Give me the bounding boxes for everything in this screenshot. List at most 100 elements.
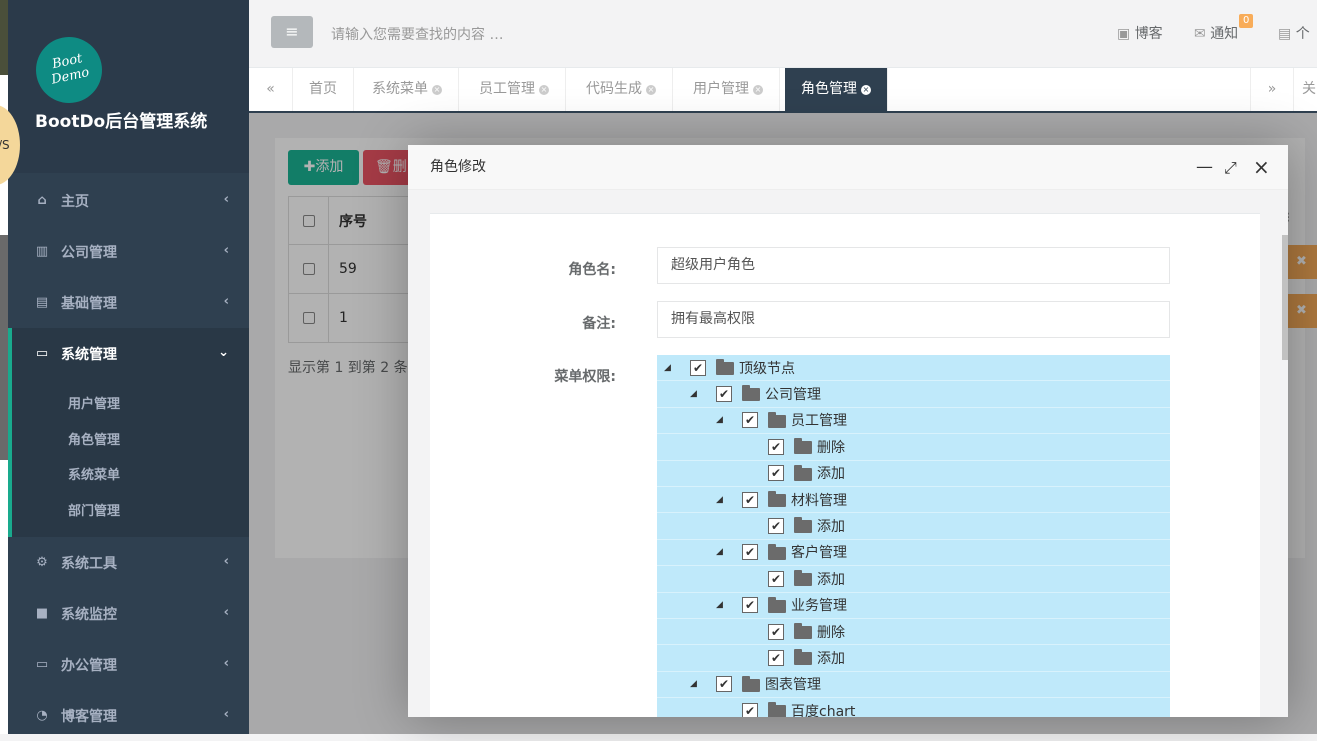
modal-title: 角色修改 [430, 159, 486, 175]
maximize-icon[interactable]: ⤢ [1224, 145, 1237, 190]
tree-checkbox[interactable]: ✔ [768, 623, 784, 640]
close-icon[interactable]: × [861, 85, 871, 95]
sidebar-item-blog[interactable]: ◔ 博客管理 ‹ [8, 690, 249, 741]
sidebar-item-home[interactable]: ⌂ 主页 ‹ [8, 175, 249, 226]
tree-node-label: 客户管理 [791, 545, 847, 562]
sidebar-item-system[interactable]: ▭ 系统管理 ⌄ [8, 328, 249, 379]
menu-permission-label: 菜单权限: [554, 369, 616, 385]
tab-scroll-right-button[interactable]: » [1250, 68, 1294, 111]
folder-icon [742, 385, 760, 402]
tab-employee[interactable]: 员工管理 × [463, 68, 566, 111]
brand-title: BootDo后台管理系统 [35, 112, 208, 132]
tree-node[interactable]: ◢ ✔ 图表管理 [657, 671, 1170, 699]
expand-toggle-icon[interactable]: ◢ [716, 495, 723, 505]
tab-codegen[interactable]: 代码生成 × [570, 68, 673, 111]
chevron-left-icon: ‹ [223, 605, 229, 620]
close-tabs-label: 关 [1302, 81, 1316, 97]
sidebar-item-office[interactable]: ▭ 办公管理 ‹ [8, 639, 249, 690]
topbar: ≡ 请输入您需要查找的内容 … ▣ 博客 ✉ 通知 0 ▤ 个 [249, 0, 1317, 68]
tree-checkbox[interactable]: ✔ [768, 649, 784, 666]
close-icon[interactable]: × [432, 85, 442, 95]
sidebar-subitem-depts[interactable]: 部门管理 [12, 494, 249, 530]
tree-checkbox[interactable]: ✔ [742, 412, 758, 429]
close-icon[interactable]: × [539, 85, 549, 95]
sidebar-item-basic[interactable]: ▤ 基础管理 ‹ [8, 277, 249, 328]
expand-toggle-icon[interactable]: ◢ [664, 363, 671, 373]
tab-user[interactable]: 用户管理 × [677, 68, 780, 111]
search-input[interactable]: 请输入您需要查找的内容 … [331, 24, 503, 44]
sidebar-subitem-users[interactable]: 用户管理 [12, 387, 249, 423]
tree-checkbox[interactable]: ✔ [768, 465, 784, 482]
expand-toggle-icon[interactable]: ◢ [716, 415, 723, 425]
tab-scroll-left-button[interactable]: « [249, 68, 293, 111]
desktop-icon: ▭ [35, 346, 49, 361]
folder-icon [768, 702, 786, 717]
remark-input[interactable]: 拥有最高权限 [657, 301, 1170, 338]
role-name-input[interactable]: 超级用户角色 [657, 247, 1170, 284]
tree-node[interactable]: ◢ ✔ 业务管理 [657, 592, 1170, 619]
expand-toggle-icon[interactable]: ◢ [690, 389, 697, 399]
tree-checkbox[interactable]: ✔ [742, 597, 758, 614]
tree-node[interactable]: ◢ ✔ 材料管理 [657, 486, 1170, 514]
tree-node[interactable]: ✔ 删除 [657, 434, 1170, 461]
rss-icon: ▣ [1117, 26, 1131, 42]
close-icon[interactable]: × [646, 85, 656, 95]
minimize-icon[interactable]: — [1196, 145, 1213, 190]
floating-widget-text: /S [0, 138, 10, 152]
page-tabs: « 首页 系统菜单 × 员工管理 × 代码生成 × 用户管理 × 角色管理 × » 关 [249, 68, 1317, 113]
tree-node[interactable]: ✔ 添加 [657, 513, 1170, 540]
rss-icon: ◔ [36, 708, 48, 723]
tree-checkbox[interactable]: ✔ [742, 702, 758, 717]
tree-node[interactable]: ◢ ✔ 客户管理 [657, 539, 1170, 567]
tree-node[interactable]: ◢ ✔ 公司管理 [657, 381, 1170, 408]
tree-node-label: 删除 [817, 439, 845, 456]
sidebar-subitem-menus[interactable]: 系统菜单 [12, 458, 249, 494]
notify-link[interactable]: ✉ 通知 [1194, 23, 1238, 43]
tree-node[interactable]: ◢ ✔ 顶级节点 [657, 355, 1170, 382]
laptop-icon: ▭ [35, 657, 49, 672]
tree-node-label: 公司管理 [765, 387, 821, 404]
menu-permission-tree: ◢ ✔ 顶级节点 ◢ ✔ 公司管理 ◢ ✔ 员工管理 ✔ 删除 ✔ 添加 ◢ ✔ 材料管理 ✔ 添加 ◢ ✔ 客户管理 ✔… [657, 355, 1170, 717]
sidebar-subitem-roles[interactable]: 角色管理 [12, 423, 249, 459]
notify-link-label: 通知 [1210, 26, 1239, 42]
tree-checkbox[interactable]: ✔ [768, 570, 784, 587]
expand-toggle-icon[interactable]: ◢ [716, 547, 723, 557]
tree-node[interactable]: ✔ 添加 [657, 460, 1170, 487]
tree-checkbox[interactable]: ✔ [716, 386, 732, 403]
tree-node[interactable]: ◢ ✔ 员工管理 [657, 407, 1170, 435]
tree-node[interactable]: ✔ 添加 [657, 645, 1170, 672]
tree-checkbox[interactable]: ✔ [716, 676, 732, 693]
menu-toggle-button[interactable]: ≡ [271, 16, 313, 48]
remark-label: 备注: [582, 316, 616, 332]
modal-scrollbar[interactable] [1282, 235, 1288, 360]
tree-checkbox[interactable]: ✔ [690, 359, 706, 376]
close-icon[interactable]: × [753, 85, 763, 95]
home-icon: ⌂ [37, 193, 47, 208]
personal-link[interactable]: ▤ 个 [1278, 23, 1310, 43]
expand-toggle-icon[interactable]: ◢ [716, 600, 723, 610]
tree-node-label: 员工管理 [791, 413, 847, 430]
folder-icon [794, 570, 812, 587]
tree-checkbox[interactable]: ✔ [768, 438, 784, 455]
tree-checkbox[interactable]: ✔ [742, 544, 758, 561]
tab-home[interactable]: 首页 [293, 68, 354, 111]
role-edit-modal: 角色修改 — ⤢ × 角色名: 超级用户角色 备注: 拥有最高权限 菜单权限: … [408, 145, 1288, 717]
tab-label: 角色管理 [801, 81, 857, 97]
expand-toggle-icon[interactable]: ◢ [690, 679, 697, 689]
close-tabs-button[interactable]: 关 [1294, 68, 1316, 111]
tree-node[interactable]: ✔ 删除 [657, 618, 1170, 646]
tree-checkbox[interactable]: ✔ [742, 491, 758, 508]
folder-icon [794, 649, 812, 666]
tree-node[interactable]: ✔ 添加 [657, 566, 1170, 593]
sidebar-item-label: 主页 [61, 193, 89, 210]
sidebar-item-monitor[interactable]: ■ 系统监控 ‹ [8, 588, 249, 639]
sidebar-item-company[interactable]: ▥ 公司管理 ‹ [8, 226, 249, 277]
tree-node[interactable]: ✔ 百度chart [657, 698, 1170, 717]
sidebar-item-tools[interactable]: ⚙ 系统工具 ‹ [8, 537, 249, 588]
close-icon[interactable]: × [1253, 145, 1270, 190]
logo[interactable]: Boot Demo [29, 30, 109, 110]
tab-role[interactable]: 角色管理 × [785, 68, 888, 111]
blog-link[interactable]: ▣ 博客 [1117, 23, 1163, 43]
tab-system-menu[interactable]: 系统菜单 × [356, 68, 459, 111]
tree-checkbox[interactable]: ✔ [768, 518, 784, 535]
